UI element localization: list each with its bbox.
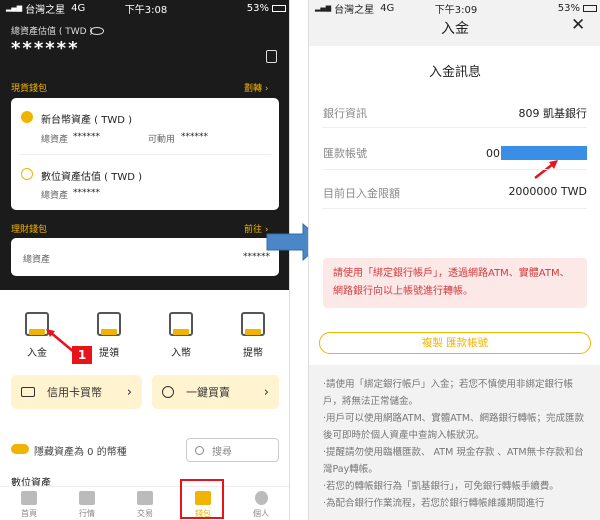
chevron-right-icon: › (263, 384, 269, 400)
spot-wallet-card: 新台幣資產 ( TWD ) 總資產 ****** 可動用 ****** 數位資產… (11, 98, 279, 210)
digital-total-label: 總資產 (41, 191, 69, 201)
credit-card-buy-button[interactable]: 信用卡買幣 › (11, 375, 142, 409)
exchange-icon (137, 491, 153, 505)
notes-list: ·請使用「綁定銀行帳戶」入金；若您不慎使用非綁定銀行帳戶，將無法正常儲金。 ·用… (323, 376, 589, 520)
bank-info-row: 銀行資訊 809 凱基銀行 (323, 105, 587, 121)
coin-withdraw-label: 提幣 (243, 348, 263, 359)
finance-wallet-label: 理財錢包 (11, 225, 48, 235)
page-title: 入金 (441, 21, 469, 37)
status-time: 下午3:08 (124, 4, 168, 16)
status-time: 下午3:09 (434, 4, 478, 16)
note-item: ·為配合銀行作業流程，若您於銀行轉帳維護期間進行 (323, 498, 545, 509)
digital-total-value: ****** (73, 188, 100, 198)
tap-icon (162, 386, 174, 398)
deposit-limit-label: 目前日入金限額 (323, 187, 400, 200)
copy-account-button[interactable]: 複製 匯款帳號 (319, 332, 591, 354)
divider (323, 208, 587, 209)
hide-zero-label: 隱藏資產為 0 的幣種 (34, 447, 127, 458)
search-icon (195, 445, 204, 455)
section-title: 入金訊息 (428, 65, 481, 80)
note-item: ·若您的轉帳銀行為「凱基銀行」，可免銀行轉帳手續費。 (323, 481, 559, 492)
chart-icon (79, 491, 95, 505)
total-assets-label: 總資產估值 ( TWD ) (11, 27, 93, 37)
tab-trade[interactable]: 交易 (116, 491, 174, 520)
status-bar: ▂▄▆ 台灣之星 4G 下午3:08 53% (6, 1, 286, 16)
bank-info-value: 809 凱基銀行 (518, 107, 588, 120)
twd-coin-icon (21, 111, 33, 123)
spot-wallet-label: 現貨錢包 (11, 84, 48, 94)
coin-deposit-label: 入幣 (171, 348, 191, 359)
home-icon (21, 491, 37, 505)
twd-asset-title: 新台幣資產 ( TWD ) (41, 115, 133, 126)
credit-card-buy-label: 信用卡買幣 (47, 386, 102, 399)
credit-card-icon (21, 387, 35, 397)
coin-deposit-action[interactable]: 入幣 (155, 309, 207, 359)
deposit-limit-value: 2000000 TWD (508, 185, 587, 198)
coin-withdraw-action[interactable]: 提幣 (227, 309, 279, 359)
withdraw-icon (97, 312, 121, 336)
total-assets-value: ****** (11, 38, 80, 59)
one-click-trade-label: 一鍵買賣 (186, 386, 230, 399)
annotation-badge: 1 (72, 346, 92, 364)
close-icon[interactable]: ✕ (571, 15, 585, 35)
bitcoin-icon (21, 168, 33, 180)
coin-deposit-icon (169, 312, 193, 336)
statement-icon[interactable] (266, 50, 277, 63)
bank-info-label: 銀行資訊 (323, 107, 367, 120)
go-link-label: 前往 (244, 225, 263, 235)
left-phone-screen: ▂▄▆ 台灣之星 4G 下午3:08 53% 總資產估值 ( TWD ) ***… (0, 0, 290, 520)
divider (19, 154, 271, 155)
tab-home[interactable]: 首頁 (0, 491, 58, 520)
note-item: ·提醒請勿使用臨櫃匯款、 ATM 現金存款 、ATM無卡存款和台灣Pay轉帳。 (323, 447, 584, 475)
coin-withdraw-icon (241, 312, 265, 336)
person-icon (254, 491, 268, 505)
twd-available-label: 可動用 (148, 135, 176, 145)
status-bar: ▂▄▆ 台灣之星 4G 下午3:09 53% (315, 1, 597, 16)
tab-market-label: 行情 (79, 509, 95, 518)
wallet-tab-highlight (180, 479, 224, 519)
chevron-right-icon: › (126, 384, 132, 400)
twd-available-value: ****** (181, 132, 208, 142)
warning-box: 請使用「綁定銀行帳戶」，透過網路ATM、實體ATM、網路銀行向以上帳號進行轉帳。 (323, 258, 587, 308)
tab-home-label: 首頁 (21, 509, 37, 518)
bottom-tab-bar: 首頁 行情 交易 錢包 個人 (0, 486, 289, 520)
account-number-value: 00 (486, 146, 500, 160)
account-number-label: 匯款帳號 (323, 147, 367, 160)
search-placeholder: 搜尋 (212, 446, 232, 458)
divider (323, 169, 587, 170)
transfer-link[interactable]: 劃轉 › (244, 81, 268, 94)
tab-profile-label: 個人 (253, 509, 269, 518)
twd-total-value: ****** (73, 132, 100, 142)
tab-market[interactable]: 行情 (58, 491, 116, 520)
finance-total-label: 總資產 (23, 255, 51, 265)
deposit-limit-row: 目前日入金限額 2000000 TWD (323, 185, 587, 201)
withdraw-label: 提領 (99, 348, 119, 359)
note-item: ·請使用「綁定銀行帳戶」入金；若您不慎使用非綁定銀行帳戶，將無法正常儲金。 (323, 379, 574, 407)
one-click-trade-button[interactable]: 一鍵買賣 › (152, 375, 279, 409)
tab-profile[interactable]: 個人 (232, 491, 289, 520)
search-input[interactable]: 搜尋 (186, 438, 279, 462)
hide-eye-icon[interactable] (90, 27, 104, 35)
hide-zero-toggle[interactable] (11, 444, 29, 454)
finance-wallet-card[interactable]: 總資產 ****** (11, 238, 279, 276)
tab-trade-label: 交易 (137, 509, 153, 518)
right-phone-screen: ▂▄▆ 台灣之星 4G 下午3:09 53% 入金 ✕ 入金訊息 銀行資訊 80… (308, 0, 600, 520)
transfer-link-label: 劃轉 (244, 84, 263, 94)
note-item: ·用戶可以使用網路ATM、實體ATM、網路銀行轉帳；完成匯款後可即時於個人資產中… (323, 413, 585, 441)
twd-total-label: 總資產 (41, 135, 69, 145)
digital-asset-title: 數位資產估值 ( TWD ) (41, 172, 143, 183)
divider (323, 127, 587, 128)
